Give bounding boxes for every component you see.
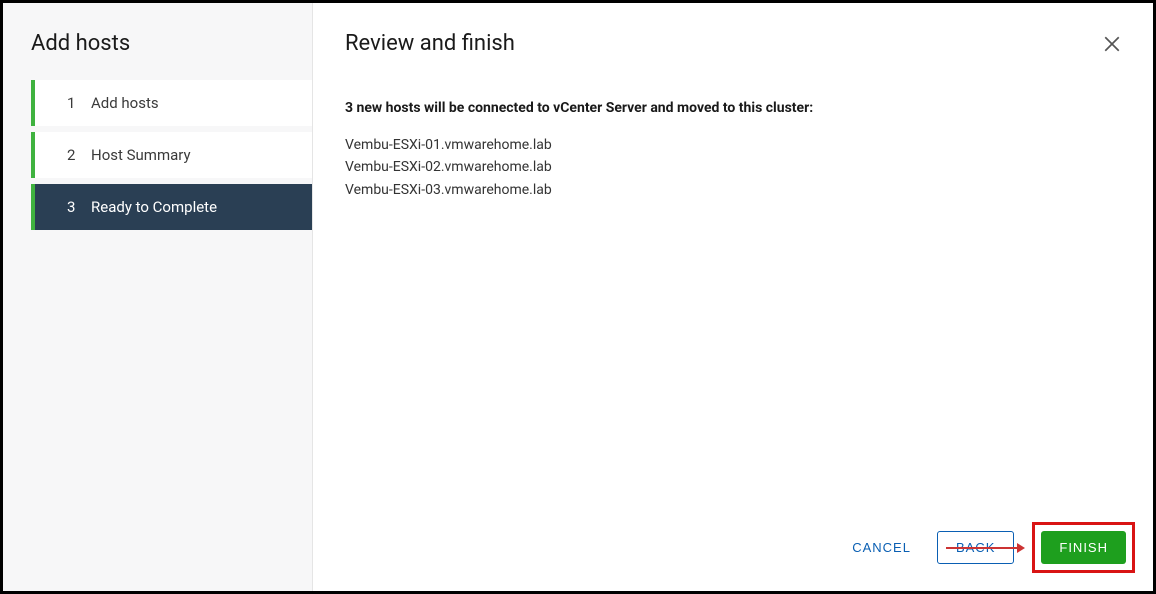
sidebar-title: Add hosts bbox=[3, 31, 312, 80]
step-label: Host Summary bbox=[91, 146, 191, 164]
wizard-sidebar: Add hosts 1 Add hosts 2 Host Summary 3 R… bbox=[3, 3, 313, 591]
step-number: 2 bbox=[67, 146, 91, 164]
host-item: Vembu-ESXi-01.vmwarehome.lab bbox=[345, 134, 1121, 156]
step-host-summary[interactable]: 2 Host Summary bbox=[31, 132, 312, 178]
host-item: Vembu-ESXi-03.vmwarehome.lab bbox=[345, 179, 1121, 201]
wizard-content: Review and finish 3 new hosts will be co… bbox=[313, 3, 1153, 591]
step-label: Ready to Complete bbox=[91, 198, 217, 216]
host-item: Vembu-ESXi-02.vmwarehome.lab bbox=[345, 156, 1121, 178]
finish-button[interactable]: FINISH bbox=[1041, 531, 1126, 564]
step-number: 3 bbox=[67, 198, 91, 216]
summary-heading: 3 new hosts will be connected to vCenter… bbox=[345, 100, 1121, 116]
step-ready-to-complete[interactable]: 3 Ready to Complete bbox=[31, 184, 312, 230]
dialog: Add hosts 1 Add hosts 2 Host Summary 3 R… bbox=[3, 3, 1153, 591]
step-add-hosts[interactable]: 1 Add hosts bbox=[31, 80, 312, 126]
finish-highlight: FINISH bbox=[1032, 522, 1135, 573]
cancel-button[interactable]: CANCEL bbox=[844, 530, 919, 565]
dialog-frame: Add hosts 1 Add hosts 2 Host Summary 3 R… bbox=[0, 0, 1156, 594]
wizard-steps: 1 Add hosts 2 Host Summary 3 Ready to Co… bbox=[3, 80, 312, 236]
wizard-footer: CANCEL BACK FINISH bbox=[844, 522, 1135, 573]
step-label: Add hosts bbox=[91, 94, 159, 112]
content-title: Review and finish bbox=[345, 31, 1121, 56]
back-button[interactable]: BACK bbox=[937, 531, 1014, 564]
close-icon[interactable] bbox=[1103, 35, 1121, 53]
host-list: Vembu-ESXi-01.vmwarehome.lab Vembu-ESXi-… bbox=[345, 134, 1121, 201]
step-number: 1 bbox=[67, 94, 91, 112]
